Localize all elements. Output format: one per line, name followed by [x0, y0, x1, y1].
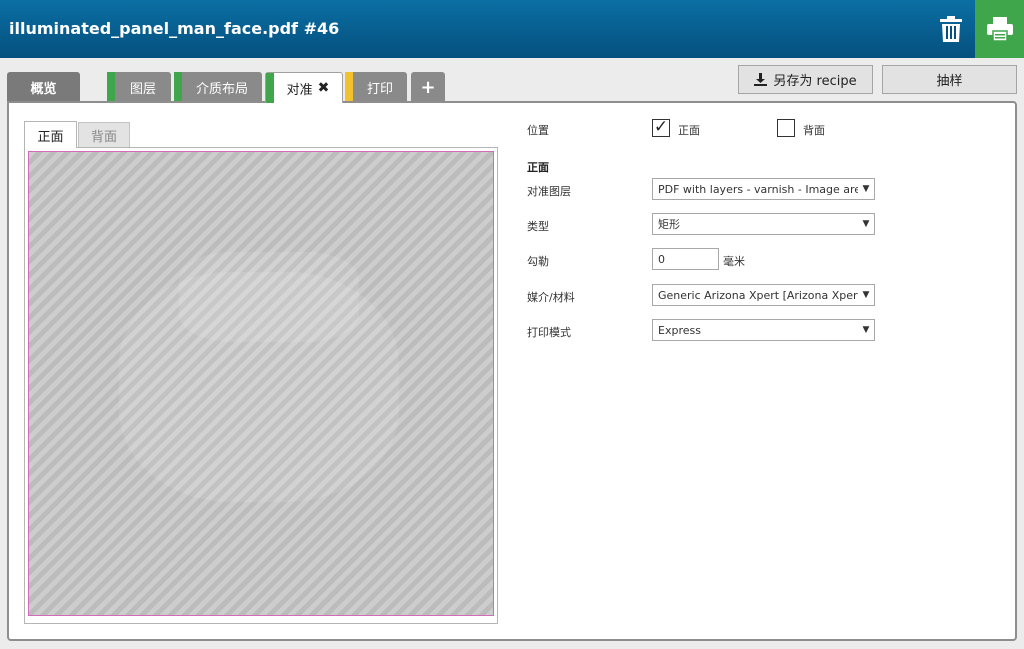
sample-button[interactable]: 抽样 — [882, 65, 1017, 94]
tab-media-layout-label: 介质布局 — [195, 81, 248, 97]
media-value: Generic Arizona Xpert [Arizona Xpert] — [658, 288, 858, 302]
preview-image — [28, 151, 494, 616]
chevron-down-icon: ▼ — [862, 290, 870, 300]
chevron-down-icon: ▼ — [862, 325, 870, 335]
type-label: 类型 — [527, 220, 549, 233]
preview-tab-front[interactable]: 正面 — [24, 121, 77, 148]
save-as-recipe-label: 另存为 recipe — [773, 74, 857, 89]
type-select[interactable]: 矩形 ▼ — [652, 213, 875, 235]
chevron-down-icon: ▼ — [862, 219, 870, 229]
align-image-value: PDF with layers - varnish - Image area v… — [658, 182, 858, 196]
tab-status-stripe — [266, 73, 274, 103]
tab-layers-label: 图层 — [129, 81, 156, 97]
trash-icon — [940, 16, 962, 42]
preview-tab-back-label: 背面 — [90, 129, 117, 145]
front-checkbox-label: 正面 — [678, 124, 700, 137]
save-as-recipe-button[interactable]: 另存为 recipe — [738, 65, 873, 94]
delete-button[interactable] — [928, 0, 974, 58]
checkmark-icon: ✓ — [653, 117, 669, 137]
media-label: 媒介/材料 — [527, 291, 575, 304]
print-mode-select[interactable]: Express ▼ — [652, 319, 875, 341]
download-icon — [754, 73, 768, 86]
position-label: 位置 — [527, 124, 549, 137]
front-checkbox[interactable]: ✓ — [652, 119, 670, 137]
back-checkbox-label: 背面 — [803, 124, 825, 137]
back-checkbox[interactable] — [777, 119, 795, 137]
document-title: illuminated_panel_man_face.pdf #46 — [9, 19, 340, 38]
tab-status-stripe — [345, 72, 353, 102]
tab-layers[interactable]: 图层 — [107, 72, 171, 102]
tab-status-stripe — [174, 72, 182, 102]
tab-print-label: 打印 — [366, 81, 393, 97]
outline-unit: 毫米 — [723, 255, 745, 268]
tab-overview-label: 概览 — [30, 81, 57, 97]
section-title-front: 正面 — [527, 161, 549, 174]
align-image-label: 对准图层 — [527, 185, 571, 198]
print-button[interactable] — [975, 0, 1024, 58]
type-value: 矩形 — [658, 218, 680, 231]
plus-icon: + — [420, 76, 436, 98]
close-icon[interactable]: ✖ — [318, 80, 330, 96]
preview-shape — [179, 252, 359, 342]
print-mode-value: Express — [658, 323, 701, 337]
tab-media-layout[interactable]: 介质布局 — [174, 72, 262, 102]
outline-input[interactable] — [652, 248, 719, 270]
printer-icon — [986, 17, 1013, 41]
add-tab-button[interactable]: + — [411, 72, 445, 102]
media-select[interactable]: Generic Arizona Xpert [Arizona Xpert] ▼ — [652, 284, 875, 306]
tab-print[interactable]: 打印 — [345, 72, 407, 102]
tab-alignment-label: 对准 — [286, 82, 313, 98]
app-header: illuminated_panel_man_face.pdf #46 — [0, 0, 1024, 58]
print-mode-label: 打印模式 — [527, 326, 571, 339]
tab-status-stripe — [107, 72, 115, 102]
tab-overview[interactable]: 概览 — [7, 72, 80, 102]
tab-alignment[interactable]: 对准 ✖ — [265, 72, 343, 103]
sample-label: 抽样 — [936, 74, 963, 89]
chevron-down-icon: ▼ — [862, 184, 870, 194]
preview-tab-front-label: 正面 — [37, 129, 64, 145]
preview-tab-back[interactable]: 背面 — [78, 122, 130, 148]
align-image-select[interactable]: PDF with layers - varnish - Image area v… — [652, 178, 875, 200]
outline-label: 勾勒 — [527, 255, 549, 268]
